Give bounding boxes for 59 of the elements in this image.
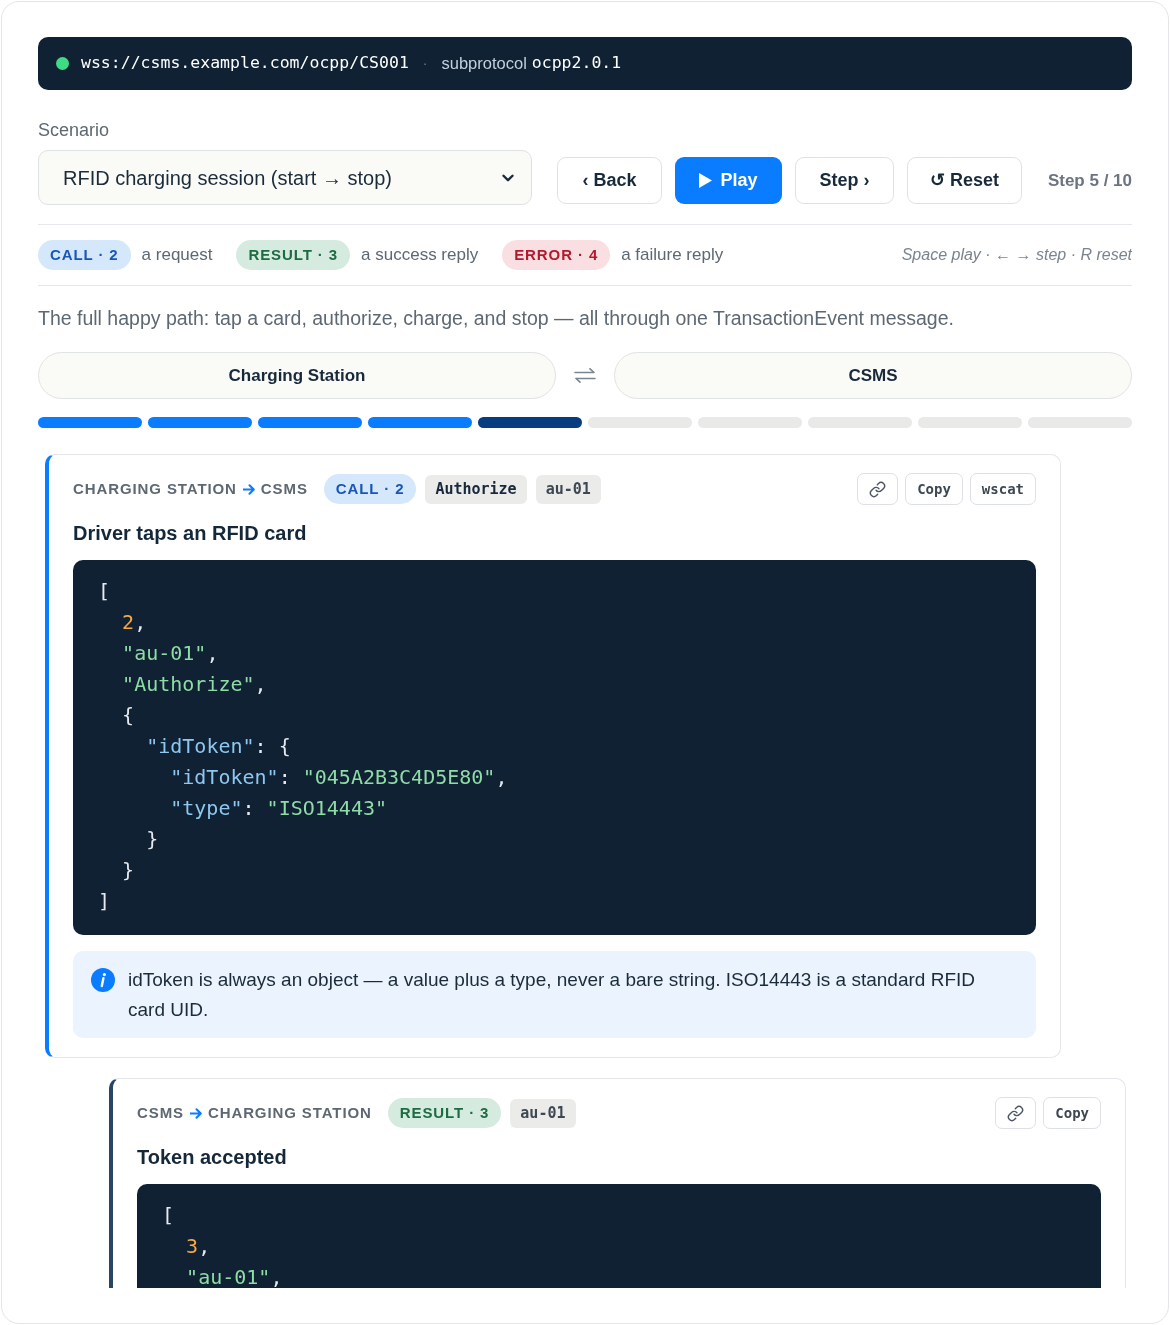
message-id-chip: au-01: [510, 1098, 576, 1128]
message-id-chip: au-01: [535, 474, 601, 504]
arrow-right-icon: [189, 1107, 202, 1119]
back-button[interactable]: ‹ Back: [557, 157, 662, 204]
step-counter: Step 5 / 10: [1047, 169, 1132, 192]
message-type-badge: RESULT · 3: [236, 240, 351, 270]
note-text: idToken is always an object — a value plus a type, never a bare string. ISO14443 is a standard RFID card UID.: [128, 968, 976, 1022]
message-type-badge: RESULT · 3: [387, 1098, 502, 1128]
legend-text: a success reply: [361, 244, 479, 267]
message-type-badge: CALL · 2: [38, 240, 131, 270]
code-line: ]: [98, 888, 111, 915]
receiver-label: CSMS: [260, 478, 308, 499]
scenario-select[interactable]: RFID charging session (start → stop): [38, 150, 532, 205]
subprotocol-value: ocpp2.0.1: [531, 52, 622, 75]
copy-button[interactable]: Copy: [1043, 1097, 1101, 1129]
code-line: [: [162, 1202, 175, 1229]
participant-pill: CSMS: [614, 352, 1132, 399]
message-title: Driver taps an RFID card: [73, 521, 308, 546]
code-line: 3,: [186, 1233, 211, 1260]
link-button[interactable]: [857, 473, 899, 505]
message-title: Token accepted: [137, 1145, 288, 1170]
participant-pill: Charging Station: [38, 352, 556, 399]
code-line: }: [122, 857, 135, 884]
play-icon: [699, 173, 713, 188]
keyboard-hint: Space play · ← → step · R reset: [901, 245, 1132, 265]
arrow-right-icon: [242, 483, 255, 495]
code-line: }: [146, 826, 159, 853]
wscat-button[interactable]: wscat: [969, 473, 1036, 505]
play-button[interactable]: Play: [675, 157, 782, 204]
scenario-description: The full happy path: tap a card, authorize, charge, and stop — all through one TransactionEvent message.: [38, 306, 955, 331]
separator-text: ·: [422, 54, 428, 73]
code-line: "idToken": "045A2B3C4D5E80",: [170, 764, 508, 791]
message-type-badge: CALL · 2: [323, 474, 417, 504]
legend-text: a request: [141, 244, 213, 267]
action-chip: Authorize: [425, 474, 527, 504]
info-icon: [91, 968, 115, 992]
scenario-label: Scenario: [38, 119, 111, 142]
code-line: "Authorize",: [122, 671, 267, 698]
step-button[interactable]: Step ›: [795, 157, 894, 204]
url-text: wss://csms.example.com/ocpp/CS001: [81, 52, 409, 75]
link-icon: [1007, 1104, 1025, 1122]
code-line: "au-01",: [186, 1264, 283, 1288]
subprotocol-label: subprotocol: [441, 53, 527, 75]
message-type-badge: ERROR · 4: [502, 240, 611, 270]
sender-label: CHARGING STATION: [73, 478, 237, 499]
copy-button[interactable]: Copy: [905, 473, 963, 505]
sender-label: CSMS: [137, 1102, 184, 1123]
link-button[interactable]: [995, 1097, 1037, 1129]
code-line: 2,: [122, 609, 147, 636]
receiver-label: CHARGING STATION: [207, 1102, 372, 1123]
legend-text: a failure reply: [621, 244, 724, 267]
code-line: {: [122, 702, 135, 729]
code-line: "type": "ISO14443": [170, 795, 387, 822]
swap-arrows-icon: [574, 368, 596, 383]
code-line: "au-01",: [122, 640, 219, 667]
code-line: "idToken": {: [146, 733, 291, 760]
reset-button[interactable]: ↺ Reset: [907, 157, 1022, 204]
code-line: [: [98, 578, 111, 605]
link-icon: [869, 480, 887, 498]
